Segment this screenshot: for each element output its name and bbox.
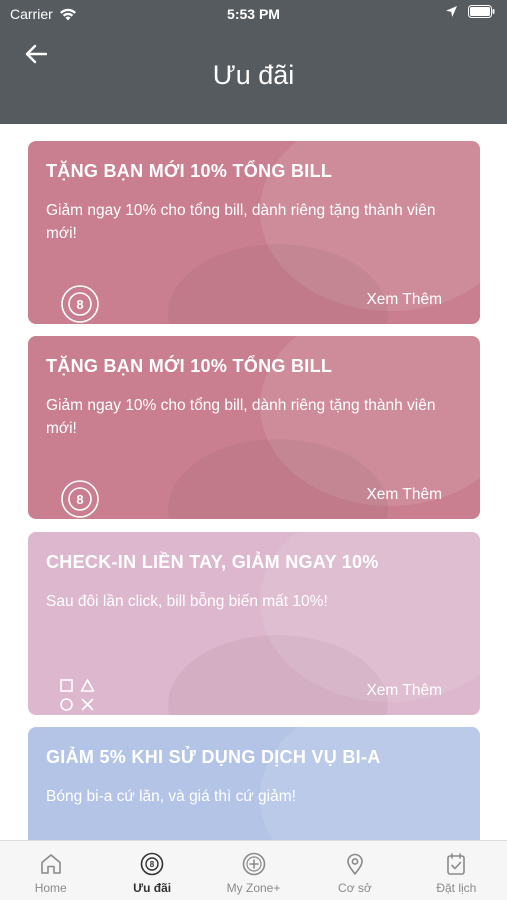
tab-bar: Home 8 Ưu đãi My Zone+ Cơ sở Đặt lịch [0, 840, 507, 900]
battery-icon [468, 5, 495, 18]
status-right [445, 5, 495, 18]
promo-card[interactable]: CHECK-IN LIỀN TAY, GIẢM NGAY 10% Sau đôi… [28, 532, 480, 715]
promo-title: CHECK-IN LIỀN TAY, GIẢM NGAY 10% [46, 552, 379, 572]
billiard-8-ball-icon: 8 [139, 851, 165, 877]
page-title: Ưu đãi [212, 60, 295, 90]
svg-text:8: 8 [76, 492, 83, 507]
tab-label: Đặt lịch [436, 881, 477, 895]
see-more-link[interactable]: Xem Thêm [366, 291, 442, 309]
home-icon [38, 851, 64, 877]
see-more-link[interactable]: Xem Thêm [366, 486, 442, 504]
promo-description: Giảm ngay 10% cho tổng bill, dành riêng … [46, 202, 436, 242]
plus-circle-icon [241, 851, 267, 877]
promo-card[interactable]: GIẢM 5% KHI SỬ DỤNG DỊCH VỤ BI-A Bóng bi… [28, 727, 480, 840]
promo-card[interactable]: TẶNG BẠN MỚI 10% TỔNG BILL Giảm ngay 10%… [28, 336, 480, 519]
header-bar: Ưu đãi [0, 28, 507, 124]
tab-home[interactable]: Home [0, 841, 101, 900]
game-symbols-icon [60, 679, 95, 711]
billiard-8-ball-icon: 8 [61, 480, 99, 518]
promo-description: Sau đôi lần click, bill bỗng biến mất 10… [46, 593, 328, 610]
tab-label: Ưu đãi [133, 881, 172, 895]
promo-title: TẶNG BẠN MỚI 10% TỔNG BILL [46, 356, 333, 376]
tab-booking[interactable]: Đặt lịch [406, 841, 507, 900]
promo-title: TẶNG BẠN MỚI 10% TỔNG BILL [46, 161, 333, 181]
tab-promotions[interactable]: 8 Ưu đãi [101, 841, 202, 900]
promo-description: Bóng bi-a cứ lăn, và giá thì cứ giảm! [46, 788, 296, 805]
svg-text:8: 8 [150, 860, 155, 869]
billiard-8-ball-icon: 8 [61, 285, 99, 323]
card-background-decoration [260, 727, 480, 840]
tab-label: Home [34, 881, 67, 895]
promo-list[interactable]: TẶNG BẠN MỚI 10% TỔNG BILL Giảm ngay 10%… [0, 124, 507, 840]
promo-card[interactable]: TẶNG BẠN MỚI 10% TỔNG BILL Giảm ngay 10%… [28, 141, 480, 324]
tab-label: My Zone+ [226, 881, 281, 895]
tab-locations[interactable]: Cơ sở [304, 841, 405, 900]
tab-label: Cơ sở [338, 881, 372, 895]
calendar-check-icon [443, 851, 469, 877]
status-bar: Carrier 5:53 PM [0, 0, 507, 28]
location-arrow-icon [446, 6, 457, 17]
promo-description: Giảm ngay 10% cho tổng bill, dành riêng … [46, 397, 436, 437]
see-more-link[interactable]: Xem Thêm [366, 682, 442, 700]
promo-title: GIẢM 5% KHI SỬ DỤNG DỊCH VỤ BI-A [46, 747, 381, 767]
location-pin-icon [342, 851, 368, 877]
tab-my-zone[interactable]: My Zone+ [203, 841, 304, 900]
status-time: 5:53 PM [227, 6, 280, 22]
svg-text:8: 8 [76, 297, 83, 312]
